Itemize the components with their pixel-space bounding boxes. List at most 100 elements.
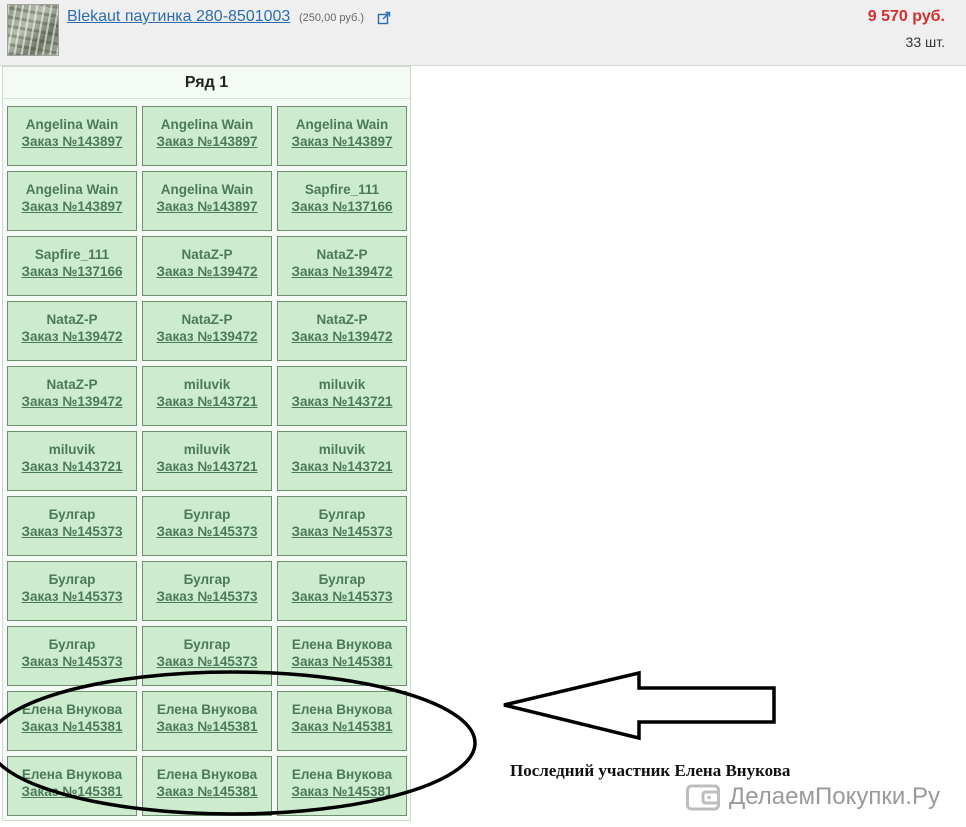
- order-link[interactable]: Заказ №145373: [143, 588, 271, 606]
- participant-name: Булгар: [48, 637, 96, 652]
- product-name-link[interactable]: Blekaut паутинка 280-8501003: [67, 8, 290, 26]
- order-link[interactable]: Заказ №143721: [143, 458, 271, 476]
- order-link[interactable]: Заказ №137166: [8, 263, 136, 281]
- order-cell: Булгар Заказ №145373: [142, 561, 272, 621]
- order-link[interactable]: Заказ №145373: [278, 523, 406, 541]
- participant-name: Angelina Wain: [295, 117, 389, 132]
- participant-name: NataZ-P: [181, 247, 233, 262]
- external-link-icon[interactable]: [377, 11, 391, 25]
- order-cell: Елена Внукова Заказ №145381: [142, 691, 272, 751]
- order-link[interactable]: Заказ №143721: [143, 393, 271, 411]
- order-cell: NataZ-P Заказ №139472: [142, 301, 272, 361]
- order-link[interactable]: Заказ №145381: [8, 783, 136, 801]
- participant-name: Булгар: [183, 637, 231, 652]
- participant-name: Angelina Wain: [25, 182, 119, 197]
- order-link[interactable]: Заказ №145373: [8, 588, 136, 606]
- participant-name: Angelina Wain: [160, 182, 254, 197]
- order-cell: Булгар Заказ №145373: [277, 561, 407, 621]
- order-cell: Булгар Заказ №145373: [7, 626, 137, 686]
- participant-name: Angelina Wain: [25, 117, 119, 132]
- order-link[interactable]: Заказ №143897: [143, 133, 271, 151]
- order-cell: Булгар Заказ №145373: [7, 561, 137, 621]
- participant-name: miluvik: [183, 377, 231, 392]
- participant-name: Елена Внукова: [156, 767, 258, 782]
- order-link[interactable]: Заказ №143897: [8, 133, 136, 151]
- order-link[interactable]: Заказ №143721: [278, 458, 406, 476]
- order-link[interactable]: Заказ №143721: [8, 458, 136, 476]
- order-cell: miluvik Заказ №143721: [142, 431, 272, 491]
- order-cell: Елена Внукова Заказ №145381: [277, 691, 407, 751]
- product-header: Blekaut паутинка 280-8501003 (250,00 руб…: [0, 0, 966, 66]
- order-cell: miluvik Заказ №143721: [277, 431, 407, 491]
- order-link[interactable]: Заказ №145381: [278, 653, 406, 671]
- participant-name: miluvik: [183, 442, 231, 457]
- participant-name: Angelina Wain: [160, 117, 254, 132]
- order-cell: Елена Внукова Заказ №145381: [142, 756, 272, 816]
- order-cell: Angelina Wain Заказ №143897: [142, 106, 272, 166]
- order-link[interactable]: Заказ №139472: [143, 328, 271, 346]
- order-link[interactable]: Заказ №137166: [278, 198, 406, 216]
- order-cell: Елена Внукова Заказ №145381: [7, 756, 137, 816]
- order-link[interactable]: Заказ №145381: [278, 718, 406, 736]
- order-link[interactable]: Заказ №145373: [143, 523, 271, 541]
- participant-name: Булгар: [318, 572, 366, 587]
- order-cell: Булгар Заказ №145373: [277, 496, 407, 556]
- order-cell: miluvik Заказ №143721: [277, 366, 407, 426]
- order-link[interactable]: Заказ №139472: [278, 328, 406, 346]
- order-link[interactable]: Заказ №145381: [143, 783, 271, 801]
- order-cell: Елена Внукова Заказ №145381: [277, 756, 407, 816]
- participant-name: Елена Внукова: [291, 702, 393, 717]
- product-thumbnail[interactable]: [7, 4, 59, 56]
- row-title: Ряд 1: [3, 67, 410, 99]
- order-cell: Sapfire_111 Заказ №137166: [7, 236, 137, 296]
- order-link[interactable]: Заказ №139472: [8, 393, 136, 411]
- order-link[interactable]: Заказ №145373: [278, 588, 406, 606]
- order-link[interactable]: Заказ №145373: [8, 653, 136, 671]
- order-link[interactable]: Заказ №143897: [8, 198, 136, 216]
- wallet-icon: [686, 784, 720, 811]
- order-link[interactable]: Заказ №143897: [278, 133, 406, 151]
- participant-name: Булгар: [48, 507, 96, 522]
- participant-name: Булгар: [183, 507, 231, 522]
- order-cell: Angelina Wain Заказ №143897: [142, 171, 272, 231]
- order-link[interactable]: Заказ №145381: [143, 718, 271, 736]
- order-cell: NataZ-P Заказ №139472: [277, 236, 407, 296]
- participant-name: Елена Внукова: [21, 702, 123, 717]
- order-link[interactable]: Заказ №143897: [143, 198, 271, 216]
- order-cell: Булгар Заказ №145373: [142, 496, 272, 556]
- total-price: 9 570 руб.: [867, 8, 945, 25]
- order-link[interactable]: Заказ №139472: [143, 263, 271, 281]
- order-cell: Булгар Заказ №145373: [7, 496, 137, 556]
- participant-name: miluvik: [318, 442, 366, 457]
- participant-name: Елена Внукова: [156, 702, 258, 717]
- watermark-text: ДелаемПокупки.Ру: [729, 783, 940, 810]
- order-link[interactable]: Заказ №139472: [278, 263, 406, 281]
- order-cell: Елена Внукова Заказ №145381: [7, 691, 137, 751]
- order-cell: Angelina Wain Заказ №143897: [7, 171, 137, 231]
- order-cell: Sapfire_111 Заказ №137166: [277, 171, 407, 231]
- order-cell: miluvik Заказ №143721: [7, 431, 137, 491]
- order-cell: Angelina Wain Заказ №143897: [7, 106, 137, 166]
- product-unit-price: (250,00 руб.): [299, 12, 365, 24]
- order-link[interactable]: Заказ №145381: [8, 718, 136, 736]
- participant-name: NataZ-P: [46, 312, 98, 327]
- participant-name: Елена Внукова: [21, 767, 123, 782]
- order-cell: Елена Внукова Заказ №145381: [277, 626, 407, 686]
- order-link[interactable]: Заказ №145381: [278, 783, 406, 801]
- order-cell: NataZ-P Заказ №139472: [7, 366, 137, 426]
- order-link[interactable]: Заказ №145373: [8, 523, 136, 541]
- participant-name: Булгар: [183, 572, 231, 587]
- total-quantity: 33 шт.: [905, 34, 945, 50]
- order-grid: Ряд 1 Angelina Wain Заказ №143897 Angelina…: [2, 66, 411, 821]
- participant-name: Булгар: [318, 507, 366, 522]
- pointer-arrow: [503, 670, 776, 741]
- order-cell: Angelina Wain Заказ №143897: [277, 106, 407, 166]
- order-link[interactable]: Заказ №143721: [278, 393, 406, 411]
- participant-name: Sapfire_111: [34, 247, 110, 262]
- order-link[interactable]: Заказ №145373: [143, 653, 271, 671]
- participant-name: NataZ-P: [316, 247, 368, 262]
- participant-name: Булгар: [48, 572, 96, 587]
- participant-name: NataZ-P: [46, 377, 98, 392]
- order-link[interactable]: Заказ №139472: [8, 328, 136, 346]
- participant-name: NataZ-P: [181, 312, 233, 327]
